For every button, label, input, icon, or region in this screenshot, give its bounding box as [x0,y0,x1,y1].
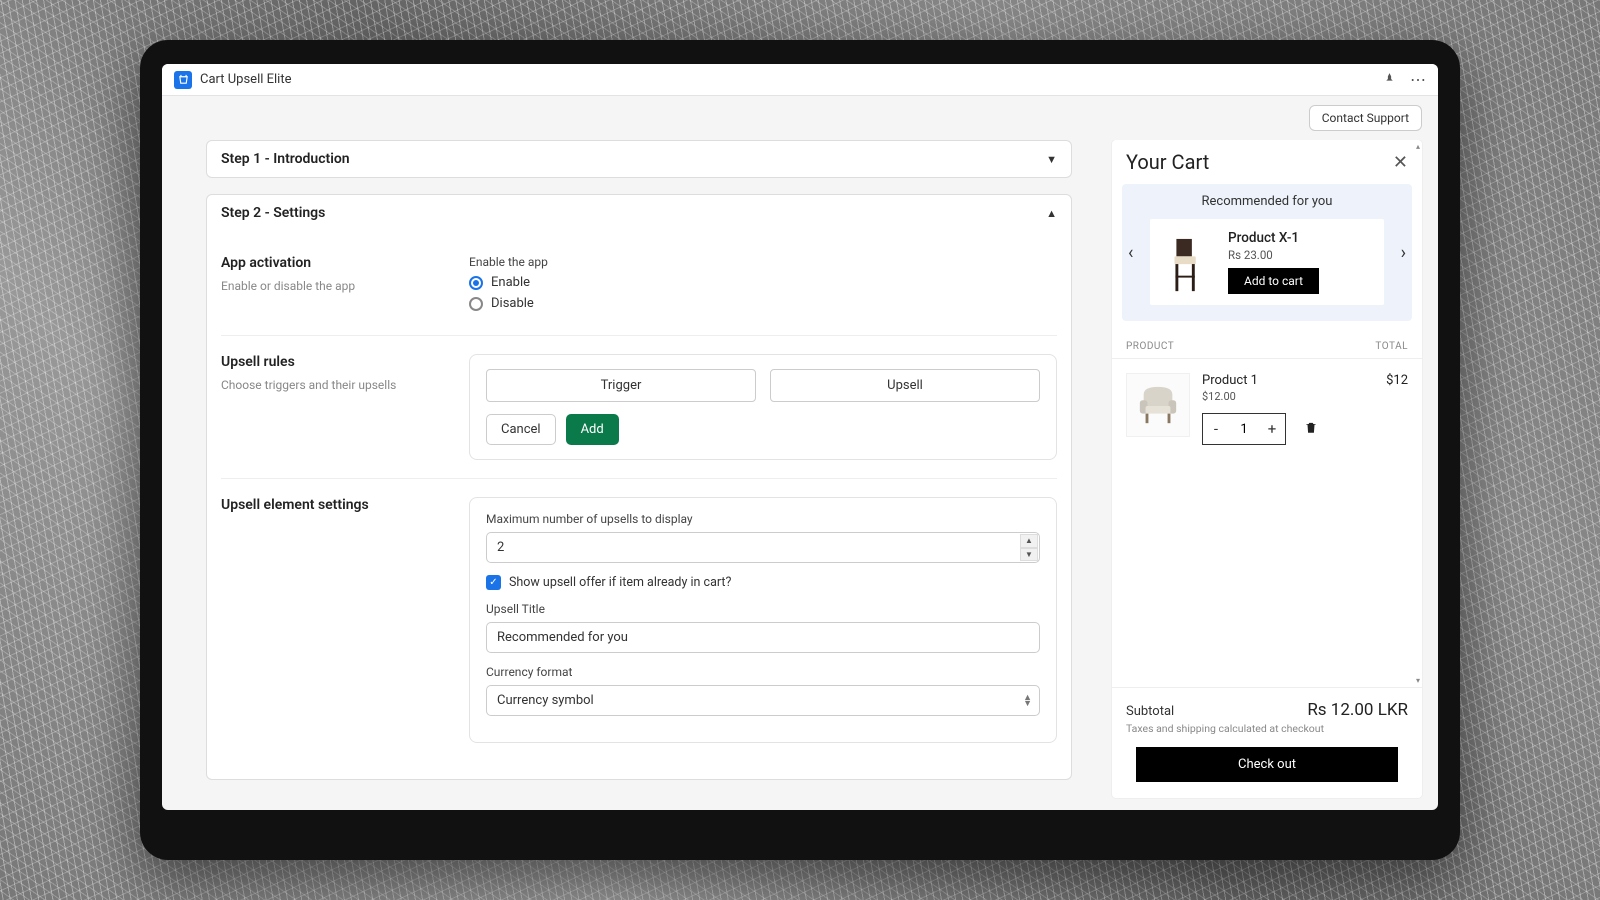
rec-product-price: Rs 23.00 [1228,248,1374,262]
scroll-down-icon[interactable]: ▾ [1415,676,1421,685]
cart-item-total: $12 [1386,373,1408,445]
cart-preview: ▴ Your Cart ✕ Recommended for you ‹ › [1112,140,1422,798]
checkout-button[interactable]: Check out [1136,747,1398,782]
upsell-title-label: Upsell Title [486,602,1040,616]
cart-item-row: Product 1 $12.00 - 1 + [1112,359,1422,459]
cart-footer: Subtotal Rs 12.00 LKR Taxes and shipping… [1112,687,1422,798]
cart-item-image [1126,373,1190,437]
recommended-heading: Recommended for you [1130,194,1404,209]
add-button[interactable]: Add [566,414,619,445]
activation-subtitle: Enable or disable the app [221,279,441,293]
qty-minus-button[interactable]: - [1203,414,1229,444]
radio-disable[interactable]: Disable [469,296,1057,311]
carousel-prev-icon[interactable]: ‹ [1124,238,1137,267]
upsell-title-input[interactable] [486,622,1040,653]
scroll-up-icon[interactable]: ▴ [1415,142,1421,151]
radio-enable[interactable]: Enable [469,275,1057,290]
titlebar: Cart Upsell Elite ⋯ [162,64,1438,96]
rules-title: Upsell rules [221,354,441,370]
step1-label: Step 1 - Introduction [221,151,350,167]
quantity-stepper: - 1 + [1202,413,1286,445]
qty-value: 1 [1229,422,1259,437]
rules-subtitle: Choose triggers and their upsells [221,378,441,392]
carousel-next-icon[interactable]: › [1397,238,1410,267]
recommendation-panel: Recommended for you ‹ › [1122,184,1412,321]
currency-format-select[interactable] [486,685,1040,716]
activation-title: App activation [221,255,441,271]
subtotal-label: Subtotal [1126,704,1174,719]
chevron-up-icon: ▲ [1046,207,1057,220]
recommended-product-card: Product X-1 Rs 23.00 Add to cart [1150,219,1384,305]
app-screen: Cart Upsell Elite ⋯ Contact Support Step… [162,64,1438,810]
currency-format-label: Currency format [486,665,1040,679]
cart-item-price: $12.00 [1202,390,1374,403]
qty-plus-button[interactable]: + [1259,414,1285,444]
checkbox-checked-icon: ✓ [486,575,501,590]
pin-icon[interactable] [1383,70,1396,89]
close-icon[interactable]: ✕ [1393,152,1408,173]
sub-toolbar: Contact Support [162,96,1438,140]
cancel-button[interactable]: Cancel [486,414,556,445]
contact-support-button[interactable]: Contact Support [1309,105,1422,131]
step2-label: Step 2 - Settings [221,205,325,221]
add-to-cart-button[interactable]: Add to cart [1228,268,1319,294]
trigger-selector[interactable]: Trigger [486,369,756,402]
settings-column: Step 1 - Introduction ▼ Step 2 - Setting… [206,140,1072,798]
radio-disable-label: Disable [491,296,534,311]
step1-accordion[interactable]: Step 1 - Introduction ▼ [206,140,1072,178]
upsell-selector[interactable]: Upsell [770,369,1040,402]
laptop-frame: Cart Upsell Elite ⋯ Contact Support Step… [140,40,1460,860]
spin-up-icon[interactable]: ▲ [1020,534,1038,548]
radio-icon [469,276,483,290]
product-image [1160,229,1216,295]
trash-icon[interactable] [1304,420,1318,439]
spin-down-icon[interactable]: ▼ [1020,548,1038,562]
step2-header[interactable]: Step 2 - Settings ▲ [207,195,1071,231]
subtotal-value: Rs 12.00 LKR [1307,700,1408,720]
cart-title: Your Cart [1126,150,1209,174]
select-caret-icon: ▲▼ [1023,695,1032,707]
more-icon[interactable]: ⋯ [1410,70,1426,89]
enable-app-label: Enable the app [469,255,1057,269]
rules-panel: Trigger Upsell Cancel Add [469,354,1057,460]
element-settings-panel: Maximum number of upsells to display ▲ ▼ [469,497,1057,743]
col-product-label: PRODUCT [1126,341,1174,352]
chevron-down-icon: ▼ [1046,153,1057,166]
show-if-in-cart-label: Show upsell offer if item already in car… [509,575,731,590]
radio-icon [469,297,483,311]
step2-accordion: Step 2 - Settings ▲ App activation Enabl… [206,194,1072,780]
app-title: Cart Upsell Elite [200,72,1383,87]
cart-item-name: Product 1 [1202,373,1374,388]
max-upsells-label: Maximum number of upsells to display [486,512,1040,526]
tax-note: Taxes and shipping calculated at checkou… [1126,722,1408,735]
radio-enable-label: Enable [491,275,530,290]
show-if-in-cart-checkbox[interactable]: ✓ Show upsell offer if item already in c… [486,575,1040,590]
element-settings-title: Upsell element settings [221,497,441,513]
col-total-label: TOTAL [1375,341,1408,352]
rec-product-name: Product X-1 [1228,230,1374,246]
app-logo-icon [174,71,192,89]
max-upsells-input[interactable] [486,532,1040,563]
